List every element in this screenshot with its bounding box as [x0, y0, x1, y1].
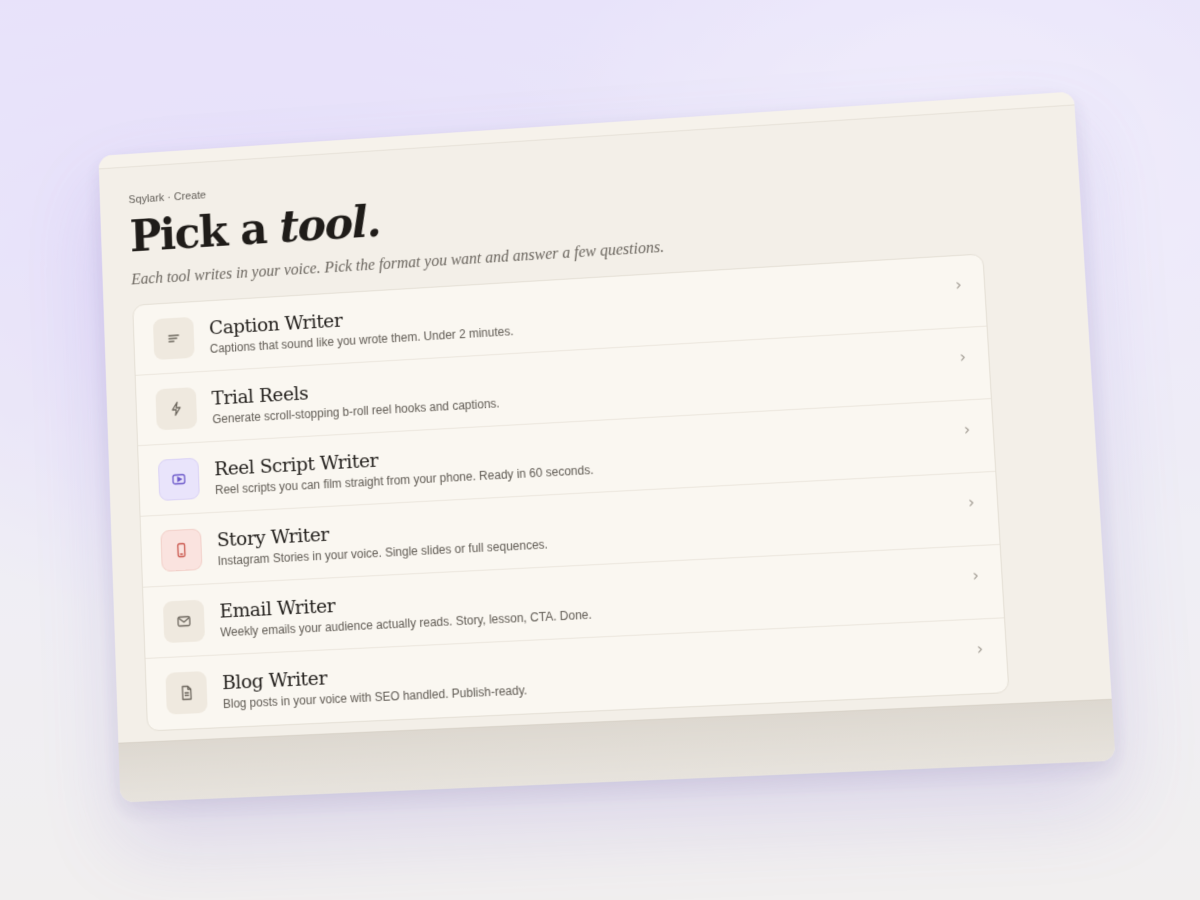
chevron-right-icon: ›	[972, 566, 980, 586]
chevron-right-icon: ›	[976, 639, 984, 659]
screen: Sqylark · Create Pick a tool. Each tool …	[98, 105, 1112, 743]
chevron-right-icon: ›	[959, 347, 967, 367]
chevron-right-icon: ›	[967, 493, 975, 512]
chevron-right-icon: ›	[963, 420, 971, 439]
document-icon	[178, 685, 194, 702]
envelope-icon	[176, 613, 192, 630]
tool-icon-box	[152, 316, 195, 360]
device-frame: Sqylark · Create Pick a tool. Each tool …	[98, 91, 1116, 803]
tool-icon-box	[160, 527, 203, 572]
tool-icon-box	[165, 671, 208, 715]
play-icon	[171, 471, 187, 488]
tool-icon-box	[155, 386, 198, 430]
lines-icon	[166, 330, 182, 346]
lightning-icon	[168, 400, 184, 417]
chevron-right-icon: ›	[954, 275, 963, 295]
page-title-italic: tool.	[278, 196, 381, 253]
phone-icon	[173, 541, 189, 558]
tool-icon-box	[157, 457, 200, 501]
tool-list: Caption Writer Captions that sound like …	[132, 253, 1010, 732]
tool-icon-box	[162, 599, 206, 643]
page-title-plain: Pick a	[129, 203, 281, 263]
app-window: Sqylark · Create Pick a tool. Each tool …	[98, 91, 1116, 803]
